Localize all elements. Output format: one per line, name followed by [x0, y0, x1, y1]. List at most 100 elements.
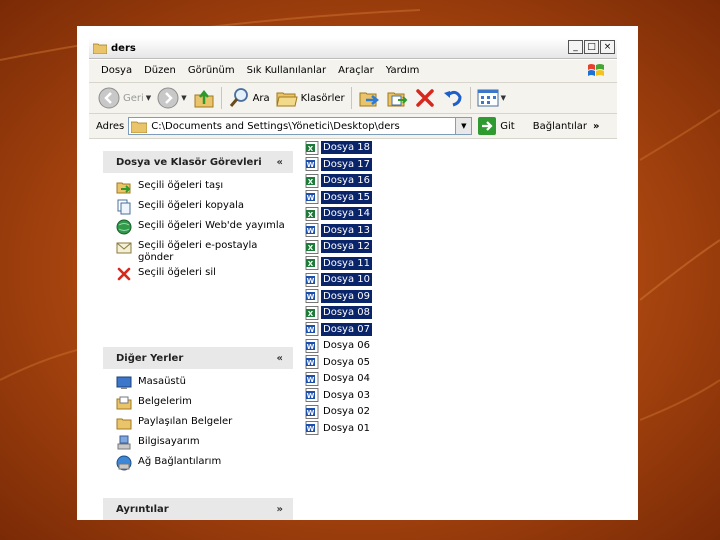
copy-to-icon: [387, 92, 408, 107]
go-button[interactable]: Git: [478, 117, 515, 135]
collapse-chevron-icon[interactable]: «: [277, 353, 283, 364]
links-chevron-icon[interactable]: »: [593, 121, 599, 132]
file-item[interactable]: W Dosya 15: [305, 190, 372, 205]
file-item[interactable]: W Dosya 05: [305, 355, 372, 370]
chevron-down-icon[interactable]: ▼: [146, 94, 151, 102]
task-web-publish[interactable]: Seçili öğeleri Web'de yayımla: [116, 218, 293, 237]
word-file-icon: W: [305, 388, 319, 402]
file-item[interactable]: W Dosya 04: [305, 371, 372, 386]
file-item[interactable]: W Dosya 07: [305, 322, 372, 337]
menu-view[interactable]: Görünüm: [182, 60, 241, 82]
explorer-window: ders _ □ × Dosya Düzen Görünüm Sık Kulla…: [77, 26, 638, 520]
task-move[interactable]: Seçili öğeleri taşı: [116, 178, 293, 197]
file-item[interactable]: W Dosya 02: [305, 404, 372, 419]
file-item[interactable]: X Dosya 08: [305, 305, 372, 320]
file-item[interactable]: W Dosya 09: [305, 289, 372, 304]
place-network[interactable]: Ağ Bağlantılarım: [116, 454, 293, 473]
file-item[interactable]: W Dosya 13: [305, 223, 372, 238]
file-name: Dosya 11: [321, 256, 372, 270]
expand-chevron-icon[interactable]: »: [277, 504, 283, 515]
up-folder-button[interactable]: [190, 85, 218, 111]
place-desktop[interactable]: Masaüstü: [116, 374, 293, 393]
word-file-icon: W: [305, 190, 319, 204]
toolbar: Geri ▼ ▼ Ara Klasörler ▼: [89, 83, 617, 114]
file-item[interactable]: X Dosya 12: [305, 239, 372, 254]
search-button[interactable]: Ara: [225, 85, 273, 111]
views-button[interactable]: ▼: [474, 85, 509, 111]
window-title: ders: [111, 42, 136, 54]
task-email[interactable]: Seçili öğeleri e-postayla gönder: [116, 238, 293, 264]
menu-tools[interactable]: Araçlar: [332, 60, 380, 82]
word-file-icon: W: [305, 289, 319, 303]
menu-favorites[interactable]: Sık Kullanılanlar: [241, 60, 333, 82]
menu-edit[interactable]: Düzen: [138, 60, 182, 82]
svg-text:W: W: [307, 359, 315, 367]
address-path: C:\Documents and Settings\Yönetici\Deskt…: [151, 120, 400, 132]
file-name: Dosya 18: [321, 141, 372, 154]
copy-to-button[interactable]: [383, 85, 411, 111]
file-name: Dosya 16: [321, 174, 372, 187]
menu-help[interactable]: Yardım: [380, 60, 426, 82]
file-item[interactable]: W Dosya 17: [305, 157, 372, 172]
file-name: Dosya 15: [321, 190, 372, 204]
panel-title: Diğer Yerler: [116, 352, 184, 364]
place-my-computer[interactable]: Bilgisayarım: [116, 434, 293, 453]
collapse-chevron-icon[interactable]: «: [277, 157, 283, 168]
file-item[interactable]: W Dosya 01: [305, 421, 372, 436]
svg-text:X: X: [308, 260, 314, 268]
file-item[interactable]: W Dosya 06: [305, 338, 372, 353]
svg-text:X: X: [308, 211, 314, 219]
move-to-button[interactable]: [355, 85, 383, 111]
task-label: Seçili öğeleri e-postayla gönder: [138, 240, 258, 263]
undo-button[interactable]: [439, 85, 467, 111]
file-item[interactable]: W Dosya 10: [305, 272, 372, 287]
folders-label: Klasörler: [300, 92, 345, 104]
panel-header[interactable]: Diğer Yerler «: [103, 347, 293, 369]
move-icon: [116, 182, 131, 194]
file-item[interactable]: W Dosya 03: [305, 388, 372, 403]
folders-button[interactable]: Klasörler: [273, 85, 348, 111]
chevron-down-icon[interactable]: ▼: [501, 94, 506, 102]
task-label: Seçili öğeleri kopyala: [138, 200, 244, 211]
svg-text:X: X: [308, 178, 314, 186]
file-name: Dosya 03: [323, 389, 370, 401]
chevron-down-icon[interactable]: ▼: [181, 94, 186, 102]
maximize-button[interactable]: □: [584, 40, 599, 54]
svg-text:W: W: [307, 343, 315, 351]
menu-file[interactable]: Dosya: [89, 60, 138, 82]
place-my-documents[interactable]: Belgelerim: [116, 394, 293, 413]
place-shared-documents[interactable]: Paylaşılan Belgeler: [116, 414, 293, 433]
svg-text:W: W: [307, 409, 315, 417]
undo-icon: [443, 90, 462, 107]
forward-button[interactable]: ▼: [154, 85, 189, 111]
desktop-icon: [116, 376, 132, 389]
links-button[interactable]: Bağlantılar: [533, 121, 587, 132]
toolbar-separator: [350, 87, 352, 109]
svg-text:X: X: [308, 244, 314, 252]
minimize-button[interactable]: _: [568, 40, 583, 54]
title-bar[interactable]: ders _ □ ×: [89, 38, 617, 59]
toolbar-separator: [469, 87, 471, 109]
task-label: Bilgisayarım: [138, 436, 200, 447]
back-button[interactable]: Geri ▼: [95, 85, 154, 111]
panel-body: Seçili öğeleri taşı Seçili öğeleri kopya…: [103, 173, 293, 291]
file-item[interactable]: X Dosya 18: [305, 140, 372, 155]
svg-text:W: W: [307, 194, 315, 202]
file-item[interactable]: X Dosya 16: [305, 173, 372, 188]
close-button[interactable]: ×: [600, 40, 615, 54]
address-dropdown-button[interactable]: ▼: [455, 118, 472, 134]
panel-header[interactable]: Dosya ve Klasör Görevleri «: [103, 151, 293, 173]
file-name: Dosya 01: [323, 422, 370, 434]
delete-button[interactable]: [411, 85, 439, 111]
task-label: Seçili öğeleri Web'de yayımla: [138, 220, 285, 231]
file-item[interactable]: X Dosya 11: [305, 256, 372, 271]
address-input[interactable]: C:\Documents and Settings\Yönetici\Deskt…: [128, 117, 473, 135]
task-copy[interactable]: Seçili öğeleri kopyala: [116, 198, 293, 217]
word-file-icon: W: [305, 421, 319, 435]
file-item[interactable]: X Dosya 14: [305, 206, 372, 221]
excel-file-icon: X: [305, 140, 319, 155]
panel-header[interactable]: Ayrıntılar »: [103, 498, 293, 520]
file-name: Dosya 08: [321, 306, 372, 319]
task-label: Masaüstü: [138, 376, 186, 387]
task-delete[interactable]: Seçili öğeleri sil: [116, 265, 293, 284]
